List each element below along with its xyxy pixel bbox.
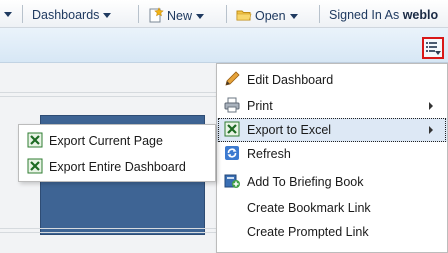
dashboards-menu-label: Dashboards [32,8,100,22]
menu-item-label: Print [247,99,273,113]
chevron-down-icon[interactable] [4,12,12,17]
page-options-menu: Edit Dashboard Print Export to Excel Ref… [216,63,448,253]
excel-icon [224,121,240,137]
print-menu-item[interactable]: Print [217,94,447,118]
page-options-menu-icon [426,42,441,55]
menu-item-label: Export Current Page [49,134,163,148]
new-document-icon [149,7,164,23]
open-menu-label: Open [255,9,286,23]
folder-icon [236,10,252,21]
menu-item-label: Edit Dashboard [247,73,334,87]
add-to-briefing-book-menu-item[interactable]: Add To Briefing Book [217,170,447,194]
menu-item-label: Refresh [247,147,291,161]
export-current-page-menu-item[interactable]: Export Current Page [19,129,215,153]
signed-in-label: Signed In As [329,8,400,22]
toolbar-divider [22,5,23,23]
printer-icon [224,97,240,113]
menu-item-label: Export to Excel [247,123,332,137]
page-header-bar [0,28,448,63]
dashboards-menu-button[interactable]: Dashboards [32,7,112,23]
export-to-excel-submenu: Export Current Page Export Entire Dashbo… [18,124,216,182]
page-options-button[interactable] [422,37,444,59]
excel-icon [27,132,43,148]
refresh-menu-item[interactable]: Refresh [217,142,447,166]
divider [0,92,216,93]
export-to-excel-menu-item[interactable]: Export to Excel [217,118,447,142]
divider [0,228,216,229]
menu-item-label: Create Bookmark Link [247,201,371,215]
divider [0,232,216,233]
menu-item-label: Create Prompted Link [247,225,369,239]
edit-dashboard-menu-item[interactable]: Edit Dashboard [217,68,447,92]
chevron-down-icon [196,14,205,20]
toolbar-divider [319,5,320,23]
new-menu-label: New [167,9,193,23]
signed-in-status: Signed In As weblo [329,7,438,23]
create-bookmark-link-menu-item[interactable]: Create Bookmark Link [217,196,447,220]
add-briefing-book-icon [224,174,240,188]
toolbar-divider [138,5,139,23]
submenu-arrow-icon [429,102,433,110]
refresh-icon [225,146,239,160]
signed-in-user[interactable]: weblo [403,8,438,22]
create-prompted-link-menu-item[interactable]: Create Prompted Link [217,220,447,244]
pencil-icon [225,71,240,86]
open-menu-button[interactable]: Open [236,7,298,23]
menu-item-label: Export Entire Dashboard [49,160,186,174]
divider [0,96,216,97]
new-menu-button[interactable]: New [148,7,205,23]
chevron-down-icon [103,13,112,19]
toolbar-divider [226,5,227,23]
menu-item-label: Add To Briefing Book [247,175,364,189]
excel-icon [27,158,43,174]
export-entire-dashboard-menu-item[interactable]: Export Entire Dashboard [19,155,215,179]
chevron-down-icon [289,14,298,20]
submenu-arrow-icon [429,126,433,134]
top-toolbar: Dashboards New Open Signed In As weblo [0,0,448,28]
